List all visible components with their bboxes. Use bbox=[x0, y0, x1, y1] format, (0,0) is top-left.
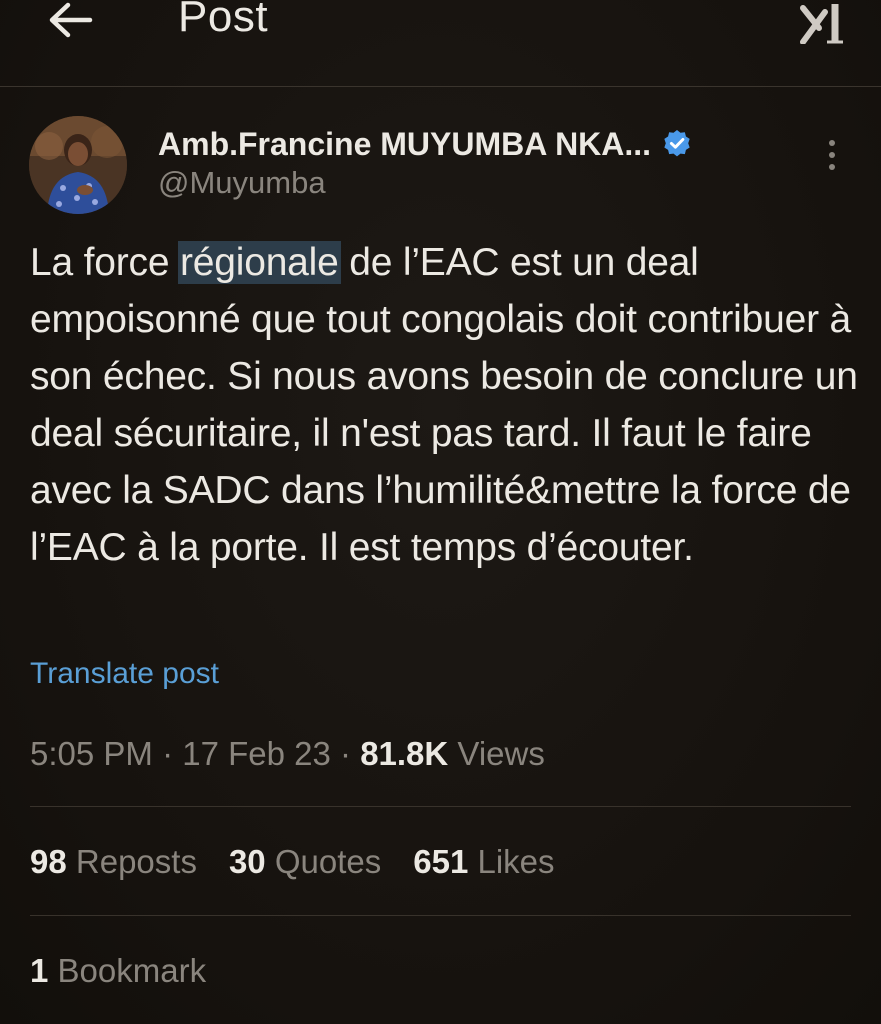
bookmarks-stat[interactable]: 1 Bookmark bbox=[30, 952, 206, 990]
engagement-stats: 98 Reposts 30 Quotes 651 Likes bbox=[30, 843, 587, 881]
post-text-start: La force bbox=[30, 241, 180, 284]
quotes-label: Quotes bbox=[265, 843, 382, 880]
translate-post-link[interactable]: Translate post bbox=[30, 657, 219, 691]
meta-separator: · bbox=[330, 735, 361, 772]
page-title: Post bbox=[178, 0, 269, 41]
verified-badge-icon bbox=[664, 130, 690, 157]
author-name-row: Amb.Francine MUYUMBA NKA... bbox=[158, 124, 693, 164]
bookmarks-count: 1 bbox=[30, 952, 49, 989]
back-button[interactable] bbox=[44, 0, 96, 44]
post-time: 5:05 PM bbox=[30, 735, 153, 772]
post-text: La force régionale de l’EAC est un deal … bbox=[30, 234, 860, 576]
reposts-label: Reposts bbox=[66, 843, 197, 880]
likes-stat[interactable]: 651 Likes bbox=[413, 843, 554, 881]
post-meta: 5:05 PM · 17 Feb 23 · 81.8K Views bbox=[30, 735, 545, 773]
reposts-stat[interactable]: 98 Reposts bbox=[30, 843, 197, 881]
views-label: Views bbox=[448, 735, 545, 772]
reposts-count: 98 bbox=[30, 843, 67, 880]
post-date[interactable]: 17 Feb 23 bbox=[182, 735, 331, 772]
divider bbox=[30, 806, 851, 807]
views-count[interactable]: 81.8K bbox=[360, 735, 448, 772]
likes-count: 651 bbox=[413, 843, 469, 880]
more-vertical-icon bbox=[829, 140, 835, 170]
highlighted-word: régionale bbox=[177, 241, 341, 284]
quotes-stat[interactable]: 30 Quotes bbox=[229, 843, 381, 881]
grok-icon bbox=[800, 4, 843, 45]
likes-label: Likes bbox=[468, 843, 555, 880]
author-handle[interactable]: @Muyumba bbox=[158, 165, 326, 201]
meta-separator: · bbox=[152, 735, 183, 772]
arrow-left-icon bbox=[49, 2, 93, 38]
post-text-rest: de l’EAC est un deal empoisonné que tout… bbox=[30, 241, 858, 569]
divider bbox=[30, 915, 851, 916]
grok-button[interactable] bbox=[797, 0, 849, 45]
profile-photo bbox=[29, 116, 127, 214]
quotes-count: 30 bbox=[228, 843, 266, 880]
top-bar: Post bbox=[0, 0, 881, 87]
more-options-button[interactable] bbox=[820, 138, 844, 174]
bookmarks-label: Bookmark bbox=[48, 952, 207, 989]
avatar[interactable] bbox=[29, 116, 127, 214]
author-name[interactable]: Amb.Francine MUYUMBA NKA... bbox=[158, 126, 651, 163]
post-page: Post Amb.Francine MUYUMBA NKA... @Muyumb… bbox=[0, 0, 881, 1024]
